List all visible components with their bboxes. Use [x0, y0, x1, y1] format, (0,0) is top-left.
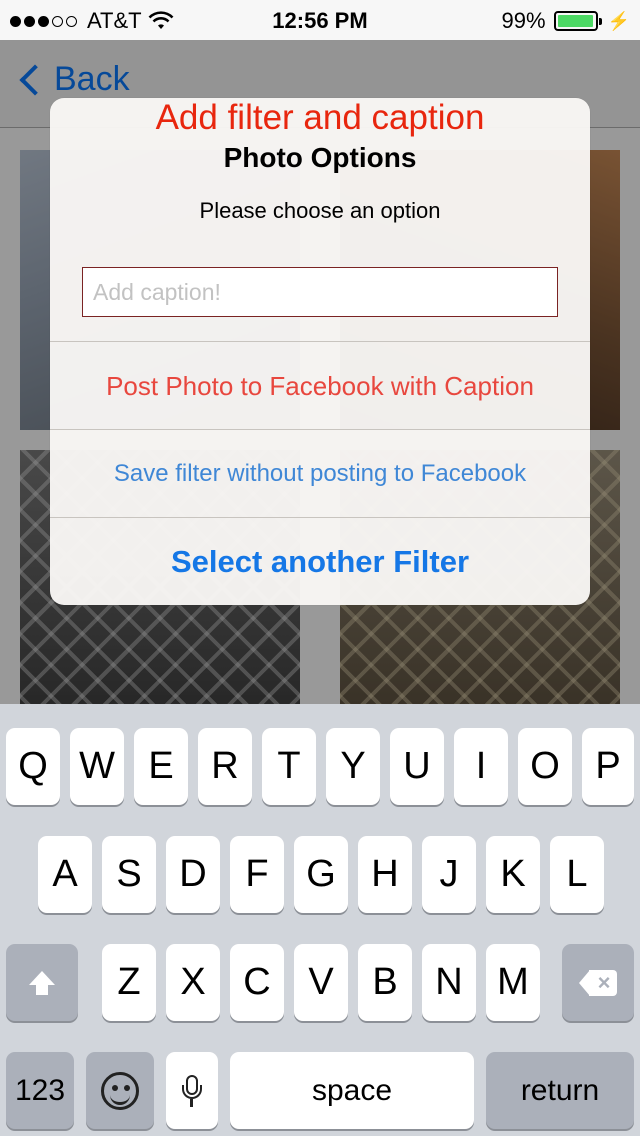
- key-i[interactable]: I: [454, 728, 508, 805]
- key-c[interactable]: C: [230, 944, 284, 1021]
- microphone-icon: [182, 1074, 202, 1107]
- photo-options-alert: Add filter and caption Photo Options Ple…: [50, 98, 590, 605]
- key-x[interactable]: X: [166, 944, 220, 1021]
- battery-percent: 99%: [501, 8, 546, 33]
- delete-icon-x: ×: [597, 969, 611, 995]
- mic-arc: [182, 1084, 202, 1099]
- key-label: V: [308, 961, 334, 1003]
- delete-icon: ×: [579, 969, 617, 996]
- key-y[interactable]: Y: [326, 728, 380, 805]
- key-d[interactable]: D: [166, 836, 220, 913]
- key-label: return: [520, 1073, 600, 1107]
- mic-stem: [190, 1098, 193, 1107]
- key-label: B: [372, 961, 398, 1003]
- key-w[interactable]: W: [70, 728, 124, 805]
- key-m[interactable]: M: [486, 944, 540, 1021]
- emoji-key[interactable]: [86, 1052, 154, 1129]
- key-label: O: [530, 745, 560, 787]
- key-label: M: [497, 961, 529, 1003]
- key-label: X: [180, 961, 206, 1003]
- key-t[interactable]: T: [262, 728, 316, 805]
- key-label: U: [403, 745, 431, 787]
- key-r[interactable]: R: [198, 728, 252, 805]
- key-o[interactable]: O: [518, 728, 572, 805]
- key-label: S: [116, 853, 142, 895]
- key-label: L: [566, 853, 588, 895]
- key-p[interactable]: P: [582, 728, 634, 805]
- status-bar: AT&T 12:56 PM 99% ⚡: [0, 0, 640, 40]
- key-j[interactable]: J: [422, 836, 476, 913]
- numbers-key[interactable]: 123: [6, 1052, 74, 1129]
- emoji-icon: [101, 1071, 139, 1110]
- key-z[interactable]: Z: [102, 944, 156, 1021]
- save-filter-button[interactable]: Save filter without posting to Facebook: [50, 429, 590, 517]
- status-right: 99% ⚡: [502, 8, 630, 34]
- key-label: R: [211, 745, 239, 787]
- caption-input[interactable]: [82, 267, 558, 317]
- alert-main-title: Add filter and caption: [155, 98, 485, 137]
- battery-icon: [553, 11, 602, 31]
- delete-key[interactable]: ×: [562, 944, 634, 1021]
- key-label: Z: [117, 961, 141, 1003]
- key-label: I: [475, 745, 487, 787]
- key-l[interactable]: L: [550, 836, 604, 913]
- key-label: N: [435, 961, 463, 1003]
- shift-icon: [29, 970, 55, 995]
- keyboard: Q W E R T Y U I O P A S D F G H J K L Z …: [0, 704, 640, 1136]
- key-q[interactable]: Q: [6, 728, 60, 805]
- space-key[interactable]: space: [230, 1052, 474, 1129]
- key-f[interactable]: F: [230, 836, 284, 913]
- key-b[interactable]: B: [358, 944, 412, 1021]
- key-n[interactable]: N: [422, 944, 476, 1021]
- key-label: J: [439, 853, 459, 895]
- return-key[interactable]: return: [486, 1052, 634, 1129]
- key-label: Y: [340, 745, 366, 787]
- key-s[interactable]: S: [102, 836, 156, 913]
- key-label: 123: [14, 1073, 66, 1107]
- key-label: Q: [18, 745, 48, 787]
- shift-key[interactable]: [6, 944, 78, 1021]
- battery-tip: [598, 18, 602, 25]
- alert-title: Photo Options: [223, 142, 417, 173]
- key-label: H: [371, 853, 399, 895]
- key-label: C: [243, 961, 271, 1003]
- key-label: A: [52, 853, 78, 895]
- alert-message: Please choose an option: [199, 198, 441, 223]
- battery-fill: [557, 15, 594, 27]
- charging-icon: ⚡: [607, 10, 630, 31]
- key-e[interactable]: E: [134, 728, 188, 805]
- key-label: E: [148, 745, 174, 787]
- key-label: P: [595, 745, 621, 787]
- key-v[interactable]: V: [294, 944, 348, 1021]
- post-to-facebook-button[interactable]: Post Photo to Facebook with Caption: [50, 341, 590, 429]
- key-a[interactable]: A: [38, 836, 92, 913]
- dictation-key[interactable]: [166, 1052, 218, 1129]
- key-k[interactable]: K: [486, 836, 540, 913]
- key-label: G: [306, 853, 336, 895]
- key-label: D: [179, 853, 207, 895]
- key-label: K: [500, 853, 526, 895]
- key-label: F: [245, 853, 269, 895]
- key-label: W: [79, 745, 115, 787]
- key-g[interactable]: G: [294, 836, 348, 913]
- key-label: T: [277, 745, 301, 787]
- key-h[interactable]: H: [358, 836, 412, 913]
- key-u[interactable]: U: [390, 728, 444, 805]
- select-another-filter-button[interactable]: Select another Filter: [50, 517, 590, 605]
- key-label: space: [311, 1073, 393, 1107]
